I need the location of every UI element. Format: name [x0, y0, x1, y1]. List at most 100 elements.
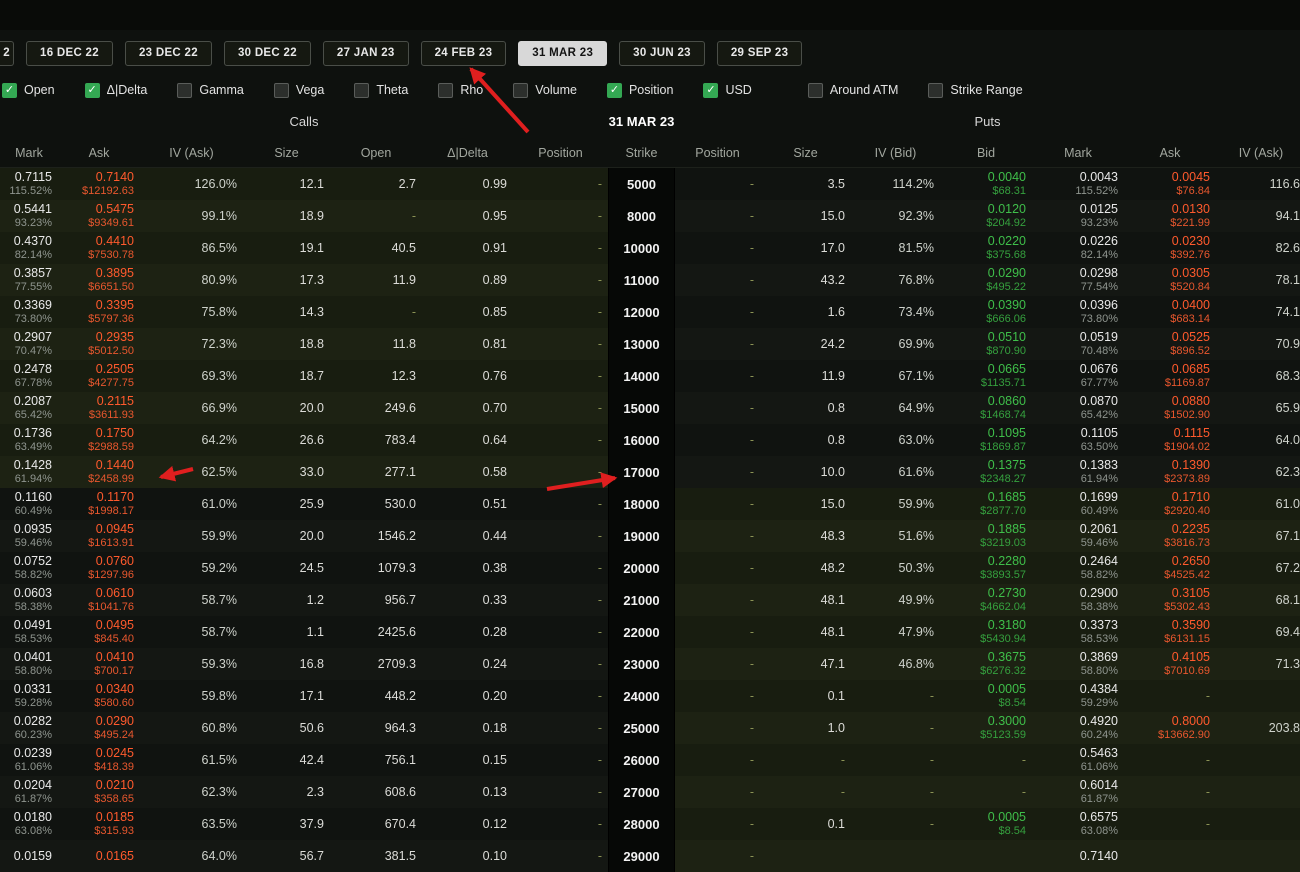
- put-mark-cell[interactable]: 0.438459.29%: [1032, 680, 1124, 712]
- call-ask-cell[interactable]: 0.0290$495.24: [58, 712, 140, 744]
- call-mark-cell[interactable]: 0.116060.49%: [0, 488, 58, 520]
- filter-gamma[interactable]: Gamma: [177, 83, 243, 98]
- put-ask-cell[interactable]: 0.1710$2920.40: [1124, 488, 1216, 520]
- put-ask-cell[interactable]: [1124, 840, 1216, 872]
- call-ask-cell[interactable]: 0.0410$700.17: [58, 648, 140, 680]
- call-ask-cell[interactable]: 0.5475$9349.61: [58, 200, 140, 232]
- call-mark-cell[interactable]: 0.290770.47%: [0, 328, 58, 360]
- put-ask-cell[interactable]: 0.0525$896.52: [1124, 328, 1216, 360]
- call-ask-cell[interactable]: 0.7140$12192.63: [58, 168, 140, 200]
- call-mark-cell[interactable]: 0.060358.38%: [0, 584, 58, 616]
- put-mark-cell[interactable]: 0.246458.82%: [1032, 552, 1124, 584]
- put-ask-cell[interactable]: 0.0045$76.84: [1124, 168, 1216, 200]
- call-ask-cell[interactable]: 0.0610$1041.76: [58, 584, 140, 616]
- put-bid-cell[interactable]: 0.0860$1468.74: [940, 392, 1032, 424]
- put-bid-cell[interactable]: 0.0005$8.54: [940, 680, 1032, 712]
- call-mark-cell[interactable]: 0.028260.23%: [0, 712, 58, 744]
- call-ask-cell[interactable]: 0.1750$2988.59: [58, 424, 140, 456]
- filter-volume[interactable]: Volume: [513, 83, 577, 98]
- call-mark-cell[interactable]: 0.208765.42%: [0, 392, 58, 424]
- put-bid-cell[interactable]: 0.2280$3893.57: [940, 552, 1032, 584]
- put-ask-cell[interactable]: 0.0130$221.99: [1124, 200, 1216, 232]
- filter-delta[interactable]: ✓Δ|Delta: [85, 83, 148, 98]
- put-bid-cell[interactable]: [940, 840, 1032, 872]
- put-ask-cell[interactable]: 0.8000$13662.90: [1124, 712, 1216, 744]
- put-mark-cell[interactable]: 0.138361.94%: [1032, 456, 1124, 488]
- put-ask-cell[interactable]: 0.2650$4525.42: [1124, 552, 1216, 584]
- put-bid-cell[interactable]: 0.1885$3219.03: [940, 520, 1032, 552]
- put-bid-cell[interactable]: 0.0510$870.90: [940, 328, 1032, 360]
- put-mark-cell[interactable]: 0.492060.24%: [1032, 712, 1124, 744]
- call-mark-cell[interactable]: 0.385777.55%: [0, 264, 58, 296]
- call-mark-cell[interactable]: 0.023961.06%: [0, 744, 58, 776]
- put-bid-cell[interactable]: 0.1095$1869.87: [940, 424, 1032, 456]
- call-mark-cell[interactable]: 0.040158.80%: [0, 648, 58, 680]
- expiry-tab-27-jan-23[interactable]: 27 JAN 23: [323, 41, 409, 66]
- put-bid-cell[interactable]: 0.0220$375.68: [940, 232, 1032, 264]
- put-bid-cell[interactable]: 0.2730$4662.04: [940, 584, 1032, 616]
- put-ask-cell[interactable]: 0.1390$2373.89: [1124, 456, 1216, 488]
- call-ask-cell[interactable]: 0.0760$1297.96: [58, 552, 140, 584]
- put-bid-cell[interactable]: 0.0005$8.54: [940, 808, 1032, 840]
- filter-around-atm[interactable]: Around ATM: [808, 83, 899, 98]
- filter-strike-range[interactable]: Strike Range: [928, 83, 1022, 98]
- call-mark-cell[interactable]: 0.018063.08%: [0, 808, 58, 840]
- put-mark-cell[interactable]: 0.022682.14%: [1032, 232, 1124, 264]
- call-ask-cell[interactable]: 0.0245$418.39: [58, 744, 140, 776]
- put-mark-cell[interactable]: 0.7140: [1032, 840, 1124, 872]
- filter-position[interactable]: ✓Position: [607, 83, 673, 98]
- filter-usd[interactable]: ✓USD: [703, 83, 751, 98]
- put-mark-cell[interactable]: 0.012593.23%: [1032, 200, 1124, 232]
- put-mark-cell[interactable]: 0.386958.80%: [1032, 648, 1124, 680]
- call-ask-cell[interactable]: 0.2935$5012.50: [58, 328, 140, 360]
- call-mark-cell[interactable]: 0.020461.87%: [0, 776, 58, 808]
- filter-theta[interactable]: Theta: [354, 83, 408, 98]
- put-bid-cell[interactable]: 0.3000$5123.59: [940, 712, 1032, 744]
- put-ask-cell[interactable]: -: [1124, 808, 1216, 840]
- expiry-tab-29-sep-23[interactable]: 29 SEP 23: [717, 41, 802, 66]
- call-mark-cell[interactable]: 0.336973.80%: [0, 296, 58, 328]
- filter-open[interactable]: ✓Open: [2, 83, 55, 98]
- put-ask-cell[interactable]: 0.0305$520.84: [1124, 264, 1216, 296]
- put-mark-cell[interactable]: 0.337358.53%: [1032, 616, 1124, 648]
- expiry-tab-30-jun-23[interactable]: 30 JUN 23: [619, 41, 705, 66]
- put-mark-cell[interactable]: 0.039673.80%: [1032, 296, 1124, 328]
- put-bid-cell[interactable]: 0.0120$204.92: [940, 200, 1032, 232]
- call-ask-cell[interactable]: 0.0945$1613.91: [58, 520, 140, 552]
- put-ask-cell[interactable]: 0.0400$683.14: [1124, 296, 1216, 328]
- call-ask-cell[interactable]: 0.0495$845.40: [58, 616, 140, 648]
- call-ask-cell[interactable]: 0.2505$4277.75: [58, 360, 140, 392]
- put-ask-cell[interactable]: 0.0880$1502.90: [1124, 392, 1216, 424]
- put-mark-cell[interactable]: 0.110563.50%: [1032, 424, 1124, 456]
- put-bid-cell[interactable]: 0.1375$2348.27: [940, 456, 1032, 488]
- put-ask-cell[interactable]: 0.2235$3816.73: [1124, 520, 1216, 552]
- put-mark-cell[interactable]: 0.546361.06%: [1032, 744, 1124, 776]
- put-bid-cell[interactable]: 0.0665$1135.71: [940, 360, 1032, 392]
- call-mark-cell[interactable]: 0.093559.46%: [0, 520, 58, 552]
- call-mark-cell[interactable]: 0.075258.82%: [0, 552, 58, 584]
- expiry-tab-30-dec-22[interactable]: 30 DEC 22: [224, 41, 311, 66]
- put-bid-cell[interactable]: 0.3180$5430.94: [940, 616, 1032, 648]
- call-ask-cell[interactable]: 0.0185$315.93: [58, 808, 140, 840]
- call-ask-cell[interactable]: 0.3895$6651.50: [58, 264, 140, 296]
- put-mark-cell[interactable]: 0.029877.54%: [1032, 264, 1124, 296]
- put-ask-cell[interactable]: 0.0685$1169.87: [1124, 360, 1216, 392]
- call-mark-cell[interactable]: 0.173663.49%: [0, 424, 58, 456]
- call-ask-cell[interactable]: 0.0210$358.65: [58, 776, 140, 808]
- call-mark-cell[interactable]: 0.544193.23%: [0, 200, 58, 232]
- call-mark-cell[interactable]: 0.7115115.52%: [0, 168, 58, 200]
- put-bid-cell[interactable]: 0.1685$2877.70: [940, 488, 1032, 520]
- put-mark-cell[interactable]: 0.206159.46%: [1032, 520, 1124, 552]
- put-mark-cell[interactable]: 0.051970.48%: [1032, 328, 1124, 360]
- put-ask-cell[interactable]: -: [1124, 776, 1216, 808]
- put-mark-cell[interactable]: 0.169960.49%: [1032, 488, 1124, 520]
- put-bid-cell[interactable]: 0.3675$6276.32: [940, 648, 1032, 680]
- filter-vega[interactable]: Vega: [274, 83, 325, 98]
- call-mark-cell[interactable]: 0.437082.14%: [0, 232, 58, 264]
- call-ask-cell[interactable]: 0.4410$7530.78: [58, 232, 140, 264]
- put-ask-cell[interactable]: 0.0230$392.76: [1124, 232, 1216, 264]
- put-mark-cell[interactable]: 0.657563.08%: [1032, 808, 1124, 840]
- put-ask-cell[interactable]: 0.1115$1904.02: [1124, 424, 1216, 456]
- filter-rho[interactable]: Rho: [438, 83, 483, 98]
- put-ask-cell[interactable]: 0.3590$6131.15: [1124, 616, 1216, 648]
